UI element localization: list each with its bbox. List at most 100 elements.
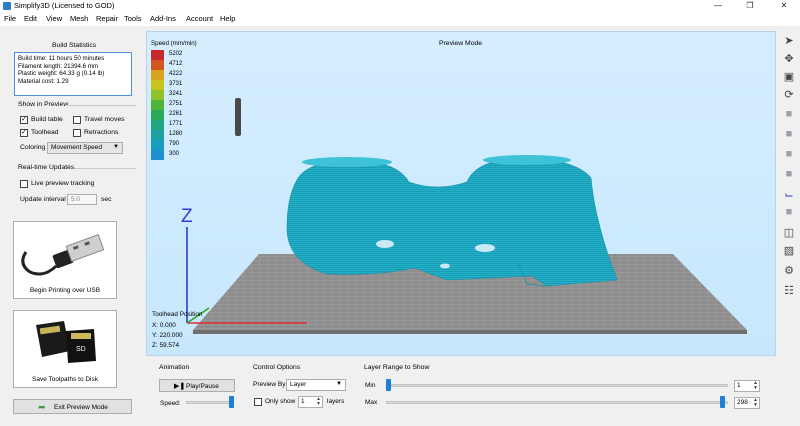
- view-cube-front-icon[interactable]: ■: [781, 126, 797, 142]
- move-icon[interactable]: ✥: [781, 50, 797, 66]
- separate-icon[interactable]: ▧: [781, 242, 797, 258]
- retractions-checkbox[interactable]: [73, 129, 81, 137]
- preview-by-label: Preview By: [253, 381, 286, 388]
- play-pause-button[interactable]: ▶❚ Play/Pause: [159, 379, 235, 392]
- control-options-title: Control Options: [253, 364, 301, 371]
- update-interval-unit: sec: [101, 196, 112, 203]
- coloring-value: Movement Speed: [51, 144, 102, 151]
- stat-build-time: Build time: 11 hours 50 minutes: [18, 55, 105, 62]
- speed-slider-track[interactable]: [186, 401, 234, 404]
- view-cube-solid-icon[interactable]: ■: [781, 204, 797, 220]
- min-slider-thumb[interactable]: [386, 379, 391, 391]
- toolhead-nozzle: [235, 98, 241, 136]
- coloring-label: Coloring: [20, 144, 46, 151]
- max-label: Max: [365, 399, 378, 406]
- menu-view[interactable]: View: [46, 14, 62, 23]
- preview-by-value: Layer: [290, 381, 307, 388]
- min-layer-input[interactable]: 1 ▲ ▼: [734, 380, 760, 392]
- show-in-preview-title: Show in Preview: [18, 101, 69, 108]
- rotate-icon[interactable]: ⟳: [781, 86, 797, 102]
- stat-filament-length: Filament length: 21394.6 mm: [18, 62, 99, 70]
- toolhead-x: X: 0.000: [152, 322, 176, 329]
- min-slider-track[interactable]: [386, 384, 728, 387]
- view-cube-icon[interactable]: ■: [781, 106, 797, 122]
- spinner-icon[interactable]: ▲ ▼: [753, 381, 758, 391]
- travel-moves-checkbox[interactable]: [73, 116, 81, 124]
- menu-add-ins[interactable]: Add-Ins: [150, 14, 176, 23]
- view-cube-left-icon[interactable]: ■: [781, 146, 797, 162]
- chevron-down-icon: ▼: [336, 381, 342, 387]
- cross-section-icon[interactable]: ◫: [781, 224, 797, 240]
- max-slider-track[interactable]: [386, 401, 728, 404]
- settings-icon[interactable]: ⚙: [781, 262, 797, 278]
- layer-range-title: Layer Range to Show: [364, 364, 430, 371]
- update-interval-input[interactable]: 5.0: [67, 194, 97, 205]
- app-icon: [3, 2, 11, 10]
- bottom-panel: Animation ▶❚ Play/Pause Speed: Control O…: [146, 357, 778, 426]
- min-label: Min: [365, 382, 376, 389]
- exit-preview-button[interactable]: ➦ Exit Preview Mode: [13, 399, 132, 414]
- realtime-title: Real-time Updates: [18, 164, 75, 171]
- travel-moves-label: Travel moves: [84, 116, 125, 123]
- toolhead-label: Toolhead: [31, 129, 59, 136]
- restore-icon[interactable]: ❐: [738, 0, 762, 12]
- stat-material-cost: Material cost: 1.29: [18, 77, 69, 85]
- max-slider-thumb[interactable]: [720, 396, 725, 408]
- toolhead-y: Y: 220.000: [152, 332, 183, 339]
- preview-viewport[interactable]: Preview Mode Speed (mm/min) 5202 4712 42…: [146, 31, 776, 356]
- view-cube-right-icon[interactable]: ■: [781, 166, 797, 182]
- live-preview-label: Live preview tracking: [31, 180, 95, 187]
- max-layer-input[interactable]: 298 ▲ ▼: [734, 397, 760, 409]
- play-pause-icon: ▶❚: [174, 383, 186, 390]
- live-preview-checkbox[interactable]: [20, 180, 28, 188]
- max-layer-value: 298: [737, 399, 748, 406]
- menu-repair[interactable]: Repair: [96, 14, 118, 23]
- spinner-icon[interactable]: ▲ ▼: [316, 397, 321, 407]
- spinner-icon[interactable]: ▲ ▼: [753, 398, 758, 408]
- exit-preview-label: Exit Preview Mode: [54, 404, 108, 411]
- back-arrow-icon: ➦: [38, 402, 46, 412]
- only-show-layers-input[interactable]: 1 ▲ ▼: [298, 396, 323, 408]
- toolhead-z: Z: 59.574: [152, 342, 180, 349]
- right-toolbar: ➤ ✥ ▣ ⟳ ■ ■ ■ ■ ⌙ ■ ◫ ▧ ⚙ ☷: [778, 30, 800, 310]
- scene-3d: [186, 98, 747, 334]
- only-show-value: 1: [301, 398, 305, 405]
- window-title: Simplify3D (Licensed to GOD): [14, 1, 115, 10]
- print-model: [286, 157, 618, 287]
- update-interval-value: 5.0: [71, 196, 81, 203]
- speed-label: Speed:: [160, 400, 181, 407]
- preview-by-select[interactable]: Layer ▼: [286, 379, 346, 391]
- separator: [66, 105, 136, 106]
- toolhead-checkbox[interactable]: ✓: [20, 129, 28, 137]
- menu-help[interactable]: Help: [220, 14, 235, 23]
- support-icon[interactable]: ☷: [781, 282, 797, 298]
- coloring-select[interactable]: Movement Speed ▼: [47, 142, 123, 154]
- menu-file[interactable]: File: [4, 14, 16, 23]
- speed-slider-thumb[interactable]: [229, 396, 234, 408]
- axes-icon[interactable]: ⌙: [781, 186, 797, 202]
- sd-button-label: Save Toolpaths to Disk: [32, 376, 98, 383]
- animation-title: Animation: [159, 364, 190, 371]
- svg-text:SD: SD: [76, 346, 86, 353]
- build-table-checkbox[interactable]: ✓: [20, 116, 28, 124]
- menu-tools[interactable]: Tools: [124, 14, 142, 23]
- build-stats-box: Build time: 11 hours 50 minutes Filament…: [14, 52, 132, 96]
- title-bar: Simplify3D (Licensed to GOD) — ❐ ✕: [0, 0, 800, 12]
- chevron-down-icon: ▼: [113, 144, 119, 150]
- toolhead-position-title: Toolhead Position: [152, 311, 203, 318]
- menu-mesh[interactable]: Mesh: [70, 14, 88, 23]
- z-axis-label: Z: [181, 206, 193, 227]
- menu-account[interactable]: Account: [186, 14, 213, 23]
- begin-printing-usb-button[interactable]: Begin Printing over USB: [13, 221, 117, 299]
- min-layer-value: 1: [737, 382, 741, 389]
- select-arrow-icon[interactable]: ➤: [781, 32, 797, 48]
- save-toolpaths-button[interactable]: SD Save Toolpaths to Disk: [13, 310, 117, 388]
- resize-icon[interactable]: ▣: [781, 68, 797, 84]
- only-show-checkbox[interactable]: [254, 398, 262, 406]
- layers-label: layers: [327, 398, 345, 405]
- close-icon[interactable]: ✕: [772, 0, 796, 12]
- menu-bar: File Edit View Mesh Repair Tools Add-Ins…: [0, 12, 800, 26]
- minimize-icon[interactable]: —: [706, 0, 730, 12]
- usb-button-label: Begin Printing over USB: [29, 287, 101, 294]
- menu-edit[interactable]: Edit: [24, 14, 37, 23]
